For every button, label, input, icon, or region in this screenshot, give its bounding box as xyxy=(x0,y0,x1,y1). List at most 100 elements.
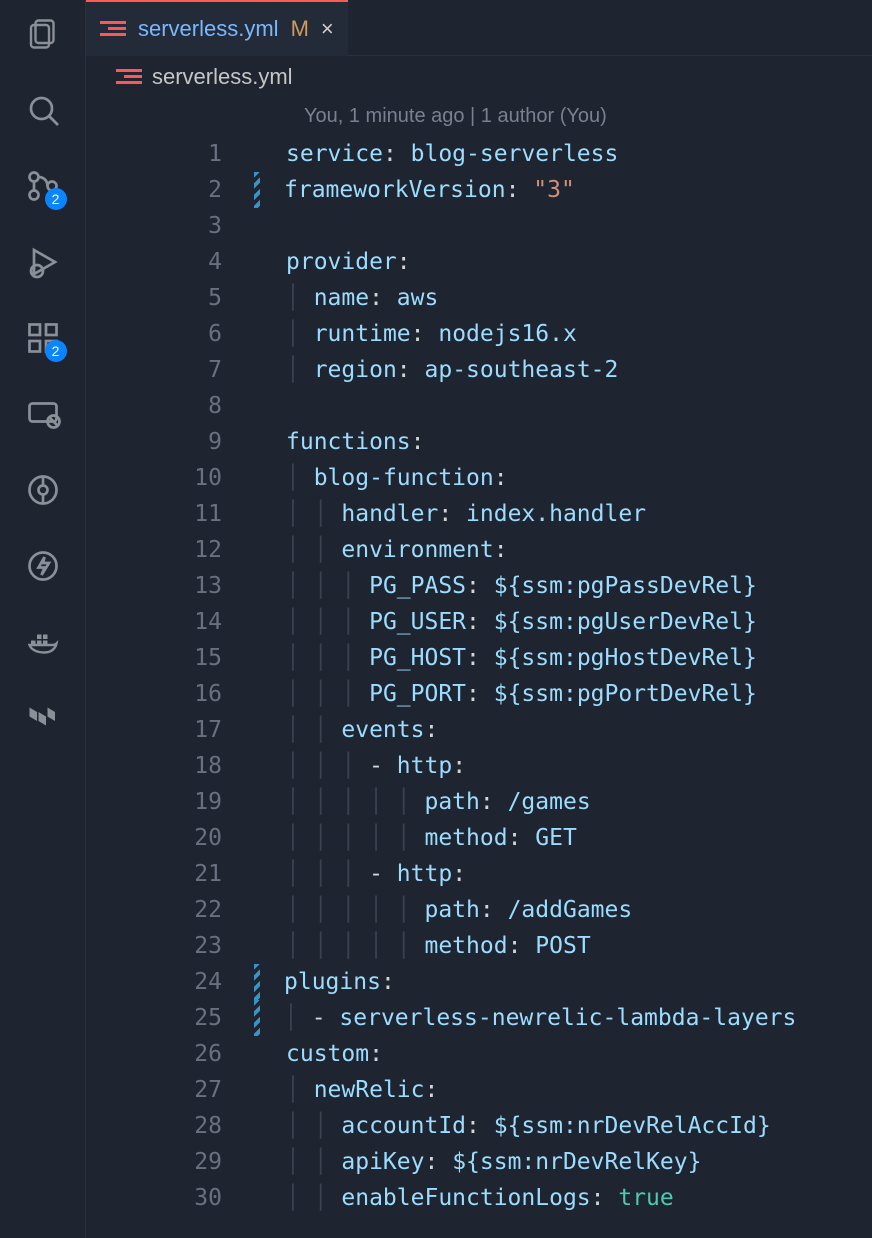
gutter-change-marker xyxy=(254,1072,262,1108)
code-line[interactable]: 15│ │ │ PG_HOST: ${ssm:pgHostDevRel} xyxy=(86,640,872,676)
line-number: 8 xyxy=(186,388,250,424)
terraform-icon[interactable] xyxy=(23,698,63,738)
code-line[interactable]: 18 │ │ │ - http: xyxy=(86,748,872,784)
code-content: │ │ │ │ │ path: /addGames xyxy=(286,892,872,928)
breadcrumb[interactable]: serverless.yml xyxy=(86,56,872,98)
code-line[interactable]: 16│ │ │ PG_PORT: ${ssm:pgPortDevRel} xyxy=(86,676,872,712)
code-line[interactable]: 25│ - serverless-newrelic-lambda-layers xyxy=(86,1000,872,1036)
code-editor[interactable]: You, 1 minute ago | 1 author (You) 1serv… xyxy=(86,98,872,1238)
code-content: │ newRelic: xyxy=(286,1072,872,1108)
gutter-change-marker xyxy=(254,388,262,424)
gutter-change-marker xyxy=(254,280,262,316)
line-number: 6 xyxy=(186,316,250,352)
code-line[interactable]: 27│ newRelic: xyxy=(86,1072,872,1108)
line-number: 3 xyxy=(186,208,250,244)
code-line[interactable]: 1service: blog-serverless xyxy=(86,136,872,172)
gutter-change-marker xyxy=(254,1036,262,1072)
line-number: 23 xyxy=(186,928,250,964)
modified-badge: M xyxy=(291,16,309,42)
gitlens-icon[interactable] xyxy=(23,470,63,510)
code-line[interactable]: 20 │ │ │ │ │ method: GET xyxy=(86,820,872,856)
code-line[interactable]: 29│ │ apiKey: ${ssm:nrDevRelKey} xyxy=(86,1144,872,1180)
line-number: 22 xyxy=(186,892,250,928)
code-line[interactable]: 2 frameworkVersion: "3" xyxy=(86,172,872,208)
code-line[interactable]: 14│ │ │ PG_USER: ${ssm:pgUserDevRel} xyxy=(86,604,872,640)
code-content: │ runtime: nodejs16.x xyxy=(286,316,872,352)
code-line[interactable]: 24plugins: xyxy=(86,964,872,1000)
code-line[interactable]: 7│ region: ap-southeast-2 xyxy=(86,352,872,388)
code-line[interactable]: 8 xyxy=(86,388,872,424)
code-content: │ │ │ │ │ method: GET xyxy=(286,820,872,856)
code-line[interactable]: 3 xyxy=(86,208,872,244)
line-number: 20 xyxy=(186,820,250,856)
line-number: 16 xyxy=(186,676,250,712)
code-line[interactable]: 9functions: xyxy=(86,424,872,460)
line-number: 19 xyxy=(186,784,250,820)
code-content: │ │ handler: index.handler xyxy=(286,496,872,532)
gutter-change-marker xyxy=(254,424,262,460)
code-line[interactable]: 19│ │ │ │ │ path: /games xyxy=(86,784,872,820)
code-line[interactable]: 28│ │ accountId: ${ssm:nrDevRelAccId} xyxy=(86,1108,872,1144)
code-content: │ name: aws xyxy=(286,280,872,316)
code-line[interactable]: 6 │ runtime: nodejs16.x xyxy=(86,316,872,352)
gutter-change-marker xyxy=(254,136,262,172)
code-content: │ │ │ PG_PASS: ${ssm:pgPassDevRel} xyxy=(286,568,872,604)
code-content: │ │ │ PG_HOST: ${ssm:pgHostDevRel} xyxy=(286,640,872,676)
tab-label: serverless.yml xyxy=(138,16,279,42)
source-control-icon[interactable]: 2 xyxy=(23,166,63,206)
code-content: frameworkVersion: "3" xyxy=(284,172,872,208)
yaml-file-icon xyxy=(116,69,142,85)
gutter-change-marker xyxy=(254,1108,262,1144)
code-line[interactable]: 4provider: xyxy=(86,244,872,280)
gutter-change-marker xyxy=(254,352,262,388)
line-number: 28 xyxy=(186,1108,250,1144)
remote-icon[interactable] xyxy=(23,394,63,434)
code-content: │ │ events: xyxy=(286,712,872,748)
search-icon[interactable] xyxy=(23,90,63,130)
gutter-change-marker xyxy=(254,748,262,784)
code-line[interactable]: 12 │ │ environment: xyxy=(86,532,872,568)
line-number: 4 xyxy=(186,244,250,280)
code-line[interactable]: 10│ blog-function: xyxy=(86,460,872,496)
thunder-icon[interactable] xyxy=(23,546,63,586)
gutter-change-marker xyxy=(254,208,262,244)
gutter-change-marker xyxy=(254,820,262,856)
line-number: 12 xyxy=(186,532,250,568)
yaml-file-icon xyxy=(100,21,126,37)
code-line[interactable]: 22 │ │ │ │ │ path: /addGames xyxy=(86,892,872,928)
line-number: 13 xyxy=(186,568,250,604)
docker-icon[interactable] xyxy=(23,622,63,662)
code-line[interactable]: 23│ │ │ │ │ method: POST xyxy=(86,928,872,964)
code-line[interactable]: 17 │ │ events: xyxy=(86,712,872,748)
line-number: 17 xyxy=(186,712,250,748)
extensions-icon[interactable]: 2 xyxy=(23,318,63,358)
code-content: │ │ │ PG_USER: ${ssm:pgUserDevRel} xyxy=(286,604,872,640)
code-content: custom: xyxy=(286,1036,872,1072)
code-lens[interactable]: You, 1 minute ago | 1 author (You) xyxy=(86,98,872,134)
run-debug-icon[interactable] xyxy=(23,242,63,282)
line-number: 30 xyxy=(186,1180,250,1216)
code-lines: 1service: blog-serverless2 frameworkVersi… xyxy=(86,136,872,1216)
gutter-change-marker xyxy=(254,928,262,964)
gutter-change-marker xyxy=(254,532,262,568)
tab-bar: serverless.yml M × xyxy=(86,0,872,56)
line-number: 26 xyxy=(186,1036,250,1072)
code-line[interactable]: 13 │ │ │ PG_PASS: ${ssm:pgPassDevRel} xyxy=(86,568,872,604)
close-icon[interactable]: × xyxy=(321,16,334,42)
code-content: │ │ enableFunctionLogs: true xyxy=(286,1180,872,1216)
explorer-icon[interactable] xyxy=(23,14,63,54)
code-content: │ │ │ - http: xyxy=(286,748,872,784)
line-number: 24 xyxy=(186,964,250,1000)
line-number: 1 xyxy=(186,136,250,172)
gutter-change-marker xyxy=(254,496,262,532)
code-content: │ │ │ - http: xyxy=(286,856,872,892)
line-number: 18 xyxy=(186,748,250,784)
code-line[interactable]: 5│ name: aws xyxy=(86,280,872,316)
tab-serverless-yml[interactable]: serverless.yml M × xyxy=(86,0,348,56)
code-line[interactable]: 11│ │ handler: index.handler xyxy=(86,496,872,532)
line-number: 2 xyxy=(186,172,250,208)
code-content: │ │ environment: xyxy=(286,532,872,568)
code-line[interactable]: 21│ │ │ - http: xyxy=(86,856,872,892)
code-line[interactable]: 26 custom: xyxy=(86,1036,872,1072)
code-line[interactable]: 30 │ │ enableFunctionLogs: true xyxy=(86,1180,872,1216)
